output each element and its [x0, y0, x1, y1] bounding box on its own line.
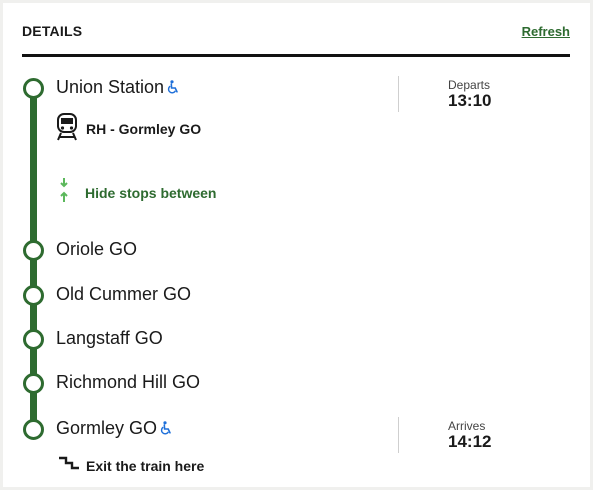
refresh-link[interactable]: Refresh	[522, 24, 570, 39]
stop-oriole-go: Oriole GO	[56, 239, 138, 259]
exit-instruction: Exit the train here	[58, 455, 204, 476]
train-icon	[56, 112, 78, 147]
stop-marker	[23, 285, 44, 306]
details-heading: DETAILS	[22, 23, 83, 39]
departure-time: 13:10	[448, 91, 492, 110]
hide-stops-label: Hide stops between	[85, 184, 217, 201]
header-divider	[22, 54, 570, 57]
stop-name-label: Union Station	[56, 77, 165, 97]
time-divider	[398, 417, 399, 453]
wheelchair-icon	[160, 419, 173, 440]
stop-marker	[23, 240, 44, 261]
exit-label: Exit the train here	[86, 457, 205, 474]
route-info: RH - Gormley GO	[56, 112, 202, 147]
stop-old-cummer-go: Old Cummer GO	[56, 284, 192, 304]
stop-marker	[23, 78, 44, 99]
stop-marker	[23, 329, 44, 350]
stop-langstaff-go: Langstaff GO	[56, 328, 163, 348]
departs-label: Departs	[448, 78, 491, 92]
wheelchair-icon	[167, 78, 180, 99]
exit-stairs-icon	[58, 455, 80, 476]
stop-marker	[23, 419, 44, 440]
time-divider	[398, 76, 399, 112]
trip-details-card: DETAILS Refresh Union Station Departs 13…	[3, 3, 590, 487]
arrives-label: Arrives	[448, 419, 486, 433]
stop-gormley-go: Gormley GO	[56, 418, 173, 440]
stop-union-station: Union Station	[56, 77, 180, 99]
hide-stops-toggle[interactable]: Hide stops between	[59, 177, 216, 208]
expand-collapse-arrows-icon	[59, 177, 69, 208]
stop-richmond-hill-go: Richmond Hill GO	[56, 372, 201, 392]
route-name: RH - Gormley GO	[86, 121, 202, 137]
arrival-time: 14:12	[448, 432, 492, 451]
stop-name-label: Gormley GO	[56, 418, 158, 438]
stop-marker	[23, 373, 44, 394]
